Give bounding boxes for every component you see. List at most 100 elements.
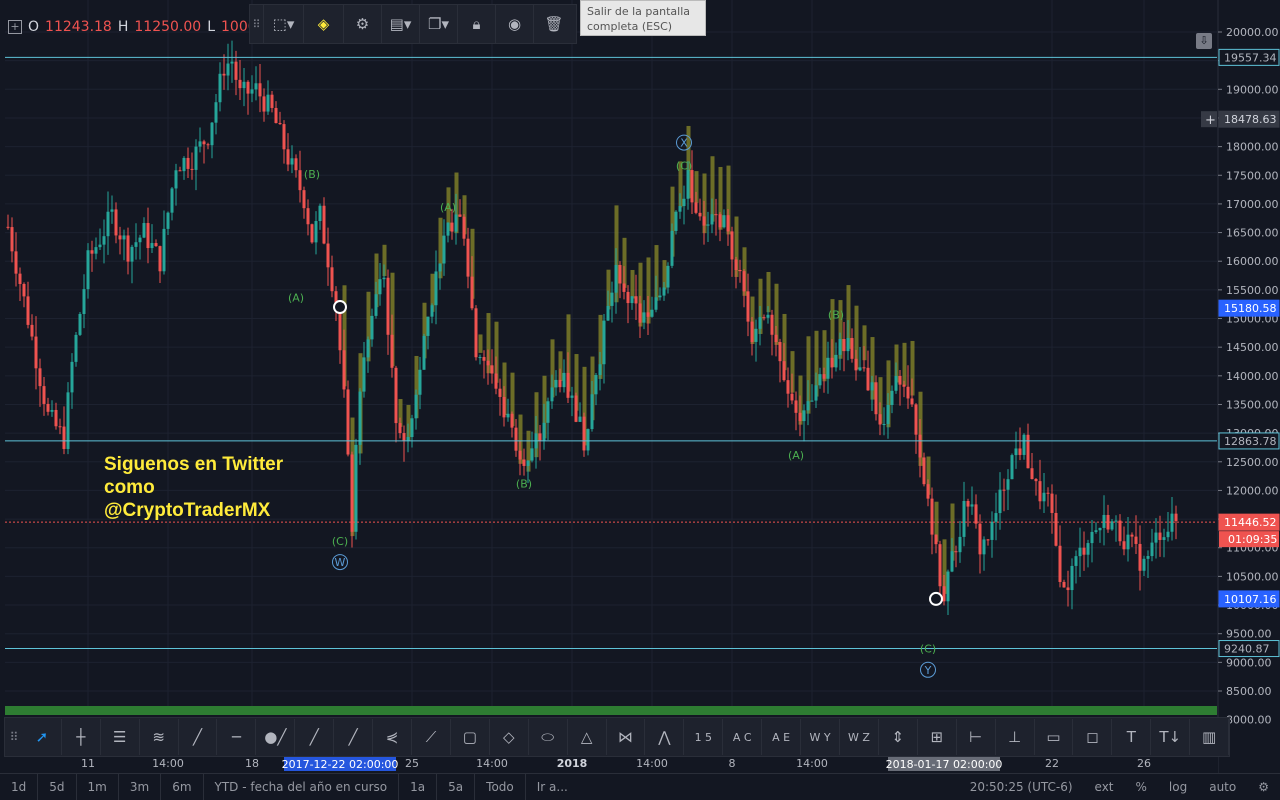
candle-body (134, 242, 138, 247)
ellipse-icon[interactable]: ⬭ (529, 719, 568, 755)
candle-body (1154, 532, 1158, 543)
timeframe-2[interactable]: 1m (77, 774, 119, 800)
timeframe-8[interactable]: Todo (475, 774, 526, 800)
trash-icon[interactable]: 🗑︎ (534, 5, 574, 43)
price-chart[interactable]: (B) (A) (C) W (A) (B) X (C) (B) (A) (C) Y 20000.00 1… (0, 0, 1280, 800)
xabcd-pattern-icon[interactable]: ⋈ (607, 719, 646, 755)
text-icon[interactable]: T (1112, 719, 1152, 755)
short-position-icon[interactable]: ⊥ (996, 719, 1035, 755)
candle-body (1038, 481, 1042, 502)
candle-body (226, 63, 230, 76)
wave-label[interactable]: (A) (440, 201, 456, 214)
horizontal-lines-icon[interactable]: ☰ (101, 719, 140, 755)
lock-icon[interactable]: 🔒︎ (458, 5, 496, 43)
candle-body (1162, 537, 1166, 540)
wave-label[interactable]: (B) (304, 168, 320, 181)
expand-plus-icon[interactable]: + (8, 20, 22, 34)
elliott-correction-icon[interactable]: A C (723, 719, 763, 755)
wave-label[interactable]: (C) (676, 160, 692, 173)
angle-line-icon[interactable]: ╱ (334, 719, 374, 755)
timeframe-9[interactable]: Ir a... (526, 774, 579, 800)
clone-icon[interactable]: ❐▾ (420, 5, 458, 43)
callout-icon[interactable]: ▭ (1035, 719, 1074, 755)
bars-pattern-icon[interactable]: ▥ (1190, 719, 1230, 755)
wave-label[interactable]: (B) (516, 478, 532, 491)
elliott-triple-combo-icon[interactable]: W Z (840, 719, 879, 755)
wave-label[interactable]: (C) (332, 535, 348, 548)
candle-body (482, 357, 486, 361)
timeframe-4[interactable]: 6m (161, 774, 204, 800)
time-highlight-label: 2017-12-22 02:00:00 (282, 758, 399, 771)
timeframe-7[interactable]: 5a (437, 774, 476, 800)
wave-label[interactable]: Y (924, 664, 932, 677)
gear-icon[interactable]: ⚙ (1247, 774, 1280, 800)
candle-body (902, 384, 906, 387)
wave-label[interactable]: (A) (288, 291, 304, 304)
price-range-icon[interactable]: ⊞ (918, 719, 957, 755)
drag-handle-icon[interactable]: ⠿ (5, 730, 23, 744)
timeframe-0[interactable]: 1d (0, 774, 39, 800)
trend-line-icon[interactable]: ╱ (179, 719, 218, 755)
auto-toggle[interactable]: auto (1198, 774, 1247, 800)
rectangle-icon[interactable]: ▢ (451, 719, 490, 755)
wave-label[interactable]: X (680, 137, 688, 150)
gear-icon[interactable]: ⚙ (344, 5, 382, 43)
triangle-icon[interactable]: △ (568, 719, 607, 755)
price-tick-label: 18000.00 (1226, 141, 1279, 154)
eye-icon[interactable]: ◉ (496, 5, 534, 43)
candle-body (94, 247, 98, 254)
candle-body (710, 214, 714, 225)
wave-label[interactable]: (A) (788, 449, 804, 462)
wave-label[interactable]: W (335, 556, 346, 569)
candle-body (54, 409, 58, 427)
elliott-impulse-icon[interactable]: 1 5 (684, 719, 724, 755)
timeframe-6[interactable]: 1a (399, 774, 438, 800)
download-icon[interactable]: ⇩ (1196, 33, 1212, 49)
price-tick-label: 14500.00 (1226, 341, 1279, 354)
candle-body (1138, 543, 1142, 571)
layers-icon[interactable]: ▤▾ (382, 5, 420, 43)
anchor-marker[interactable] (929, 591, 943, 606)
elliott-triangle-icon[interactable]: A E (762, 719, 802, 755)
time-tick-label: 26 (1137, 757, 1151, 770)
elliott-double-combo-icon[interactable]: W Y (801, 719, 840, 755)
rotated-rectangle-icon[interactable]: ◇ (490, 719, 529, 755)
pitchfork-icon[interactable]: ⋞ (373, 719, 413, 755)
log-toggle[interactable]: log (1158, 774, 1198, 800)
candle-body (378, 279, 382, 295)
path-icon[interactable]: ⟋ (412, 719, 451, 755)
ext-toggle[interactable]: ext (1084, 774, 1125, 800)
fib-channel-icon[interactable]: ≋ (140, 719, 179, 755)
select-shape-icon[interactable]: ⬚▾ (264, 5, 304, 43)
time-tick-label: 14:00 (152, 757, 184, 770)
long-position-icon[interactable]: ⊢ (957, 719, 996, 755)
timeframe-5[interactable]: YTD - fecha del año en curso (204, 774, 400, 800)
twitter-annotation[interactable]: Siguenos en Twitter como @CryptoTraderMX (104, 453, 283, 522)
anchored-text-icon[interactable]: T↓ (1151, 719, 1191, 755)
clock-readout[interactable]: 20:50:25 (UTC-6) (959, 774, 1084, 800)
abcd-pattern-icon[interactable]: ⋀ (645, 719, 685, 755)
time-axis[interactable]: 11 14:00 18 25 14:00 2018 14:00 8 14:00 22 26 2017-… (0, 757, 1218, 773)
timeframe-3[interactable]: 3m (119, 774, 162, 800)
ray-icon[interactable]: ●╱ (256, 719, 296, 755)
wave-label[interactable]: (C) (920, 643, 936, 656)
crosshair-icon[interactable]: ┼ (62, 719, 101, 755)
candle-body (526, 460, 530, 466)
candle-body (730, 231, 734, 260)
date-range-icon[interactable]: ⇕ (879, 719, 918, 755)
candle-body (402, 433, 406, 441)
percent-toggle[interactable]: % (1125, 774, 1158, 800)
extended-line-icon[interactable]: ╱ (295, 719, 335, 755)
price-tick-label: 19000.00 (1226, 83, 1279, 96)
horizontal-ray-icon[interactable]: ─ (217, 719, 257, 755)
timeframe-1[interactable]: 5d (38, 774, 77, 800)
candle-body (1082, 547, 1086, 555)
anchor-marker[interactable] (333, 300, 347, 315)
fill-bucket-icon[interactable]: ◈ (304, 5, 344, 43)
wave-label[interactable]: (B) (828, 309, 844, 322)
candle-body (342, 350, 346, 390)
candle-body (838, 338, 842, 355)
drag-handle-icon[interactable]: ⠿ (250, 5, 264, 43)
balloon-icon[interactable]: ◻ (1073, 719, 1113, 755)
cursor-arrow-icon[interactable]: ➚ (23, 719, 62, 755)
